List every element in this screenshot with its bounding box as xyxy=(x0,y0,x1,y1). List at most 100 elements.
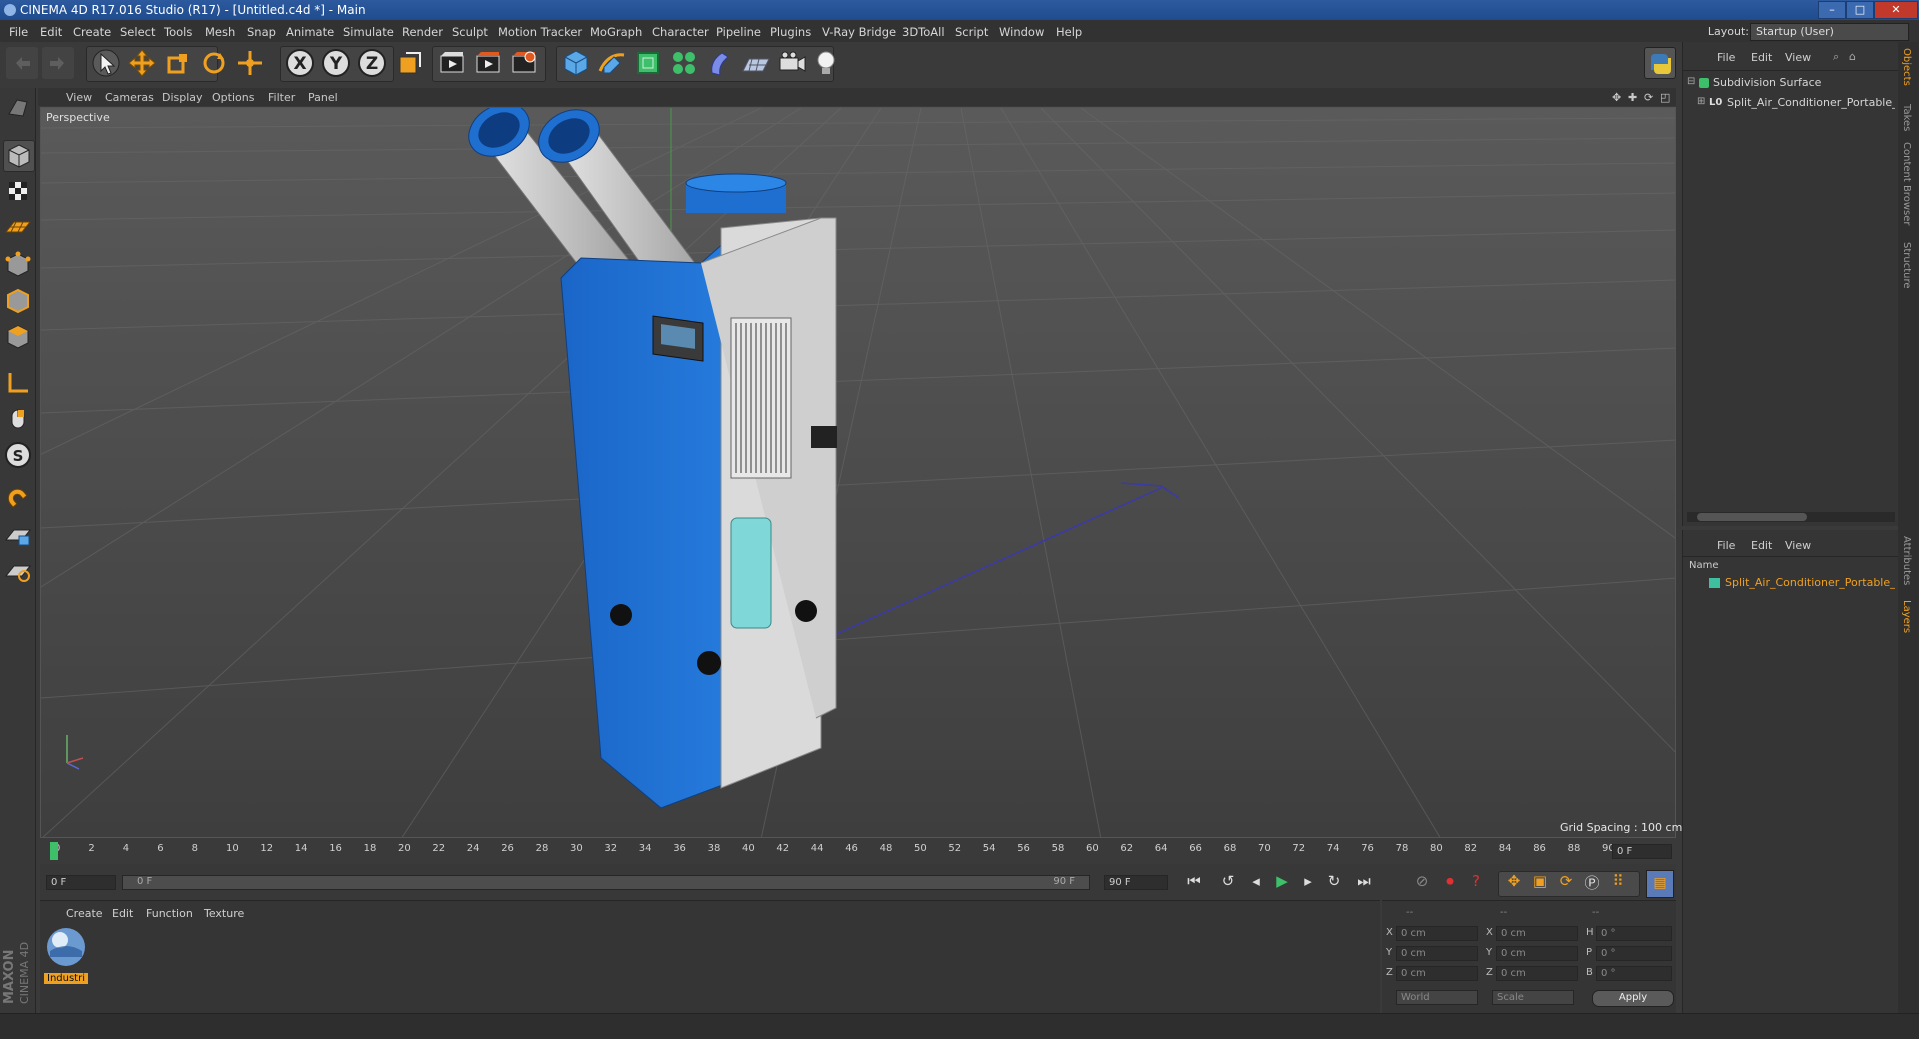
tab-layers[interactable]: Layers xyxy=(1901,600,1912,633)
layers-menu-file[interactable]: File xyxy=(1717,539,1735,552)
coord-rot-p-field[interactable]: 0 ° xyxy=(1596,946,1672,961)
close-button[interactable]: ✕ xyxy=(1874,1,1918,19)
current-frame-field[interactable]: 0 F xyxy=(1612,844,1672,859)
model-mode-icon[interactable] xyxy=(3,140,35,172)
layout-select[interactable]: Startup (User) xyxy=(1750,23,1909,41)
tab-takes[interactable]: Takes xyxy=(1901,104,1912,131)
make-editable-icon[interactable] xyxy=(3,92,33,122)
menu-plugins[interactable]: Plugins xyxy=(770,25,811,39)
menu-mesh[interactable]: Mesh xyxy=(205,25,235,39)
viewport-menu-options[interactable]: Options xyxy=(212,91,254,104)
viewport-menu-cameras[interactable]: Cameras xyxy=(105,91,154,104)
menu-mograph[interactable]: MoGraph xyxy=(590,25,642,39)
menu-tools[interactable]: Tools xyxy=(164,25,192,39)
apply-button[interactable]: Apply xyxy=(1592,990,1674,1007)
coord-size-x-field[interactable]: 0 cm xyxy=(1496,926,1578,941)
edges-mode-icon[interactable] xyxy=(3,286,33,316)
go-to-end-icon[interactable]: ⏭ xyxy=(1352,872,1376,894)
tab-objects[interactable]: Objects xyxy=(1901,48,1912,86)
scale-icon[interactable] xyxy=(162,47,194,79)
coord-size-z-field[interactable]: 0 cm xyxy=(1496,966,1578,981)
next-key-icon[interactable]: ↻ xyxy=(1322,872,1346,894)
magnet-icon[interactable] xyxy=(3,484,33,514)
coord-pos-y-field[interactable]: 0 cm xyxy=(1396,946,1478,961)
objects-horizontal-scrollbar[interactable] xyxy=(1687,512,1895,522)
camera-icon[interactable] xyxy=(776,47,808,79)
material-menu-create[interactable]: Create xyxy=(66,907,103,920)
light-icon[interactable] xyxy=(810,47,842,79)
subdivision-surface-icon[interactable] xyxy=(632,47,664,79)
menu-script[interactable]: Script xyxy=(955,25,988,39)
end-frame-field[interactable]: 90 F xyxy=(1104,875,1168,890)
layers-menu-edit[interactable]: Edit xyxy=(1751,539,1772,552)
menu-select[interactable]: Select xyxy=(120,25,155,39)
key-pla-icon[interactable]: ⠿ xyxy=(1606,872,1630,894)
viewport-menu-panel[interactable]: Panel xyxy=(308,91,338,104)
cloner-icon[interactable] xyxy=(668,47,700,79)
minimize-button[interactable]: – xyxy=(1818,1,1846,19)
previous-key-icon[interactable]: ↺ xyxy=(1216,872,1240,894)
coord-pos-x-field[interactable]: 0 cm xyxy=(1396,926,1478,941)
menu-edit[interactable]: Edit xyxy=(40,25,62,39)
keyframe-selection-icon[interactable]: ⊘ xyxy=(1410,872,1434,894)
cube-icon[interactable] xyxy=(560,47,592,79)
polygons-mode-icon[interactable] xyxy=(3,322,33,352)
axis-x-button[interactable]: X xyxy=(284,47,316,79)
menu-3dtoall[interactable]: 3DToAll xyxy=(902,25,945,39)
coord-mode-scale-select[interactable]: Scale xyxy=(1492,990,1574,1005)
deformer-icon[interactable] xyxy=(704,47,736,79)
object-row-subdivision-surface[interactable]: ⊟ Subdivision Surface xyxy=(1687,76,1895,92)
timeline-ruler[interactable]: 0246810121416182022242628303234363840424… xyxy=(40,840,1676,864)
maximize-button[interactable]: □ xyxy=(1846,1,1874,19)
undo-icon[interactable] xyxy=(6,47,38,79)
play-icon[interactable]: ▶ xyxy=(1270,872,1294,894)
objects-menu-file[interactable]: File xyxy=(1717,51,1735,64)
redo-icon[interactable] xyxy=(42,47,74,79)
menu-render[interactable]: Render xyxy=(402,25,443,39)
locked-workplane-icon[interactable] xyxy=(3,520,33,550)
material-menu-edit[interactable]: Edit xyxy=(112,907,133,920)
menu-animate[interactable]: Animate xyxy=(286,25,334,39)
render-view-icon[interactable] xyxy=(436,47,468,79)
axis-z-button[interactable]: Z xyxy=(356,47,388,79)
material-menu-function[interactable]: Function xyxy=(146,907,193,920)
menu-snap[interactable]: Snap xyxy=(247,25,276,39)
objects-home-icon[interactable]: ⌂ xyxy=(1849,50,1856,63)
viewport-nav-move-icon[interactable]: ✥ xyxy=(1612,91,1621,104)
timeline-window-icon[interactable]: ▤ xyxy=(1646,870,1674,898)
objects-menu-view[interactable]: View xyxy=(1785,51,1811,64)
step-back-icon[interactable]: ◂ xyxy=(1244,872,1268,894)
render-settings-icon[interactable] xyxy=(508,47,540,79)
tweak-mode-icon[interactable] xyxy=(3,404,33,434)
tab-structure[interactable]: Structure xyxy=(1901,242,1912,289)
menu-create[interactable]: Create xyxy=(73,25,111,39)
planar-workplane-icon[interactable] xyxy=(3,556,33,586)
record-icon[interactable]: ⏺ xyxy=(1438,872,1462,894)
axis-y-button[interactable]: Y xyxy=(320,47,352,79)
viewport-menu-filter[interactable]: Filter xyxy=(268,91,295,104)
menu-vray-bridge[interactable]: V-Ray Bridge xyxy=(822,25,896,39)
viewport-menu-display[interactable]: Display xyxy=(162,91,203,104)
coord-size-y-field[interactable]: 0 cm xyxy=(1496,946,1578,961)
menu-pipeline[interactable]: Pipeline xyxy=(716,25,761,39)
viewport-nav-rotate-icon[interactable]: ⟳ xyxy=(1644,91,1653,104)
key-parameter-icon[interactable]: Ⓟ xyxy=(1580,872,1604,894)
key-position-icon[interactable]: ✥ xyxy=(1502,872,1526,894)
tab-content-browser[interactable]: Content Browser xyxy=(1901,142,1912,225)
floor-icon[interactable] xyxy=(740,47,772,79)
menu-window[interactable]: Window xyxy=(999,25,1044,39)
rotate-icon[interactable] xyxy=(198,47,230,79)
viewport-maximize-icon[interactable]: ◰ xyxy=(1660,91,1670,104)
key-scale-icon[interactable]: ▣ xyxy=(1528,872,1552,894)
viewport-menu-view[interactable]: View xyxy=(66,91,92,104)
menu-motion-tracker[interactable]: Motion Tracker xyxy=(498,25,582,39)
menu-file[interactable]: File xyxy=(9,25,28,39)
layer-row[interactable]: Split_Air_Conditioner_Portable_In xyxy=(1687,576,1895,592)
coord-mode-world-select[interactable]: World xyxy=(1396,990,1478,1005)
snap-icon[interactable]: S xyxy=(3,440,33,470)
live-selection-icon[interactable] xyxy=(234,47,266,79)
menu-sculpt[interactable]: Sculpt xyxy=(452,25,488,39)
render-to-picture-viewer-icon[interactable] xyxy=(472,47,504,79)
spline-pen-icon[interactable] xyxy=(596,47,628,79)
3d-viewport[interactable] xyxy=(40,107,1676,838)
